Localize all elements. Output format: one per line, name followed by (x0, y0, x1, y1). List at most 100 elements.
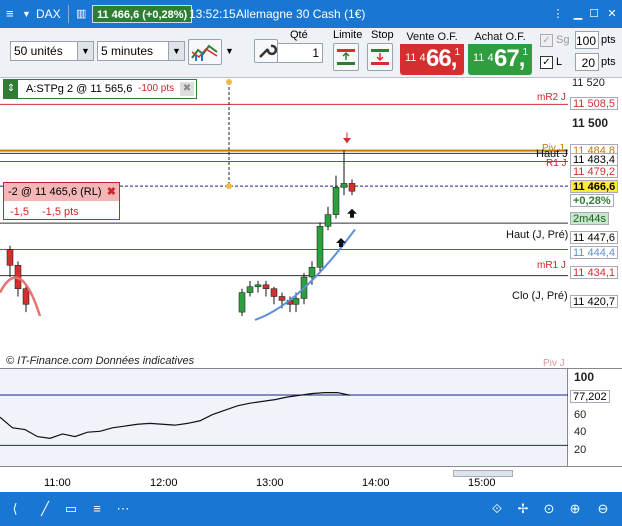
sg-label: Sg (556, 34, 570, 46)
candle-body (262, 284, 270, 289)
limit-label: Limite (333, 29, 363, 41)
units-value: 50 unités (14, 44, 63, 58)
price-box-haut-pre: 11 447,6 (570, 231, 619, 244)
price-box-mr2: 11 508,5 (570, 97, 619, 110)
bottom-toolbar: ⟨ ╱ ▭ ≡ ⋯ ⟐ ✢ ⊙ ⊕ ⊖ (0, 492, 622, 526)
line-tool-icon[interactable]: ╱ (36, 501, 54, 517)
buy-price-prefix: 11 4 (473, 52, 494, 64)
order-cancel-icon[interactable]: ✖ (107, 185, 116, 198)
sell-price-sup: 1 (454, 47, 460, 58)
time-axis[interactable]: 11:00 12:00 13:00 14:00 15:00 (0, 466, 622, 492)
candlestick-chart (0, 78, 568, 368)
sell-button[interactable]: Vente O.F. 11 4 66, 1 (400, 31, 464, 75)
position-toggle-icon[interactable]: ⇕ (4, 80, 18, 98)
time-tick: 13:00 (256, 477, 284, 489)
level-label-mr1: mR1 J (537, 260, 566, 271)
change-box: +0,28% (570, 194, 614, 207)
time-scrollbar[interactable] (453, 470, 513, 477)
candle-body (324, 214, 332, 227)
sg-unit: pts (601, 34, 616, 46)
instrument-label: Allemagne 30 Cash (1€) (236, 7, 366, 21)
dropdown-arrow-icon[interactable]: ▼ (22, 0, 31, 28)
price-chart[interactable] (0, 78, 568, 368)
time-tick: 11:00 (44, 477, 71, 489)
indicators-chevron-icon[interactable]: ▼ (225, 46, 234, 56)
price-tick: 11 500 (572, 116, 609, 130)
crosshair-icon[interactable]: ✢ (514, 501, 532, 517)
last-price-badge: 11 466,6 (+0,28%) (92, 5, 193, 23)
price-box-last: 11 466,6 (570, 180, 619, 193)
price-axis[interactable]: 11 520 11 500 11 508,5 11 484,8 11 483,4… (568, 77, 622, 368)
candle-body (254, 284, 262, 288)
sg-input[interactable]: 100 (575, 31, 599, 49)
chevron-down-icon: ▼ (77, 42, 93, 60)
zoom-in-icon[interactable]: ⊕ (566, 501, 584, 517)
chart-small-icon[interactable]: ▥ (76, 0, 86, 28)
sell-label: Vente O.F. (400, 31, 464, 44)
buy-price-sup: 1 (522, 47, 528, 58)
candle-body (278, 296, 286, 301)
rectangle-tool-icon[interactable]: ▭ (62, 501, 80, 517)
buy-button[interactable]: Achat O.F. 11 4 67, 1 (468, 31, 532, 75)
candle-body (340, 183, 348, 188)
indicators-icon (191, 44, 218, 61)
candle-body (270, 288, 278, 297)
oscillator-panel[interactable] (0, 368, 568, 466)
separator (68, 5, 69, 23)
countdown-box: 2m44s (570, 212, 610, 225)
zoom-reset-icon[interactable]: ⊙ (540, 501, 558, 517)
order-tag-val1: -1,5 (10, 206, 29, 218)
chevron-down-icon: ▼ (168, 42, 184, 60)
period-select[interactable]: 5 minutes ▼ (97, 41, 185, 61)
wrench-button[interactable] (254, 39, 278, 63)
stop-order-icon (371, 49, 389, 65)
pending-order-tag[interactable]: -2 @ 11 465,6 (RL) ✖ -1,5 -1,5 pts (3, 182, 120, 220)
order-tag-label: -2 @ 11 465,6 (RL) (8, 186, 102, 198)
time-tick: 15:00 (468, 477, 496, 489)
l-input[interactable]: 20 (575, 53, 599, 71)
candle-body (348, 183, 356, 192)
sg-checkbox[interactable]: ✓ (540, 34, 553, 47)
fibonacci-tool-icon[interactable]: ≡ (88, 501, 106, 517)
l-checkbox[interactable]: ✓ (540, 56, 553, 69)
pin-icon[interactable]: ⋮ (550, 6, 566, 22)
price-box-mr1: 11 434,1 (570, 266, 619, 279)
text-tool-icon[interactable]: ⋯ (114, 501, 132, 517)
order-tag-val2: -1,5 pts (42, 206, 79, 218)
share-icon[interactable]: ⟨ (6, 501, 24, 517)
limit-order-button[interactable] (333, 43, 359, 71)
candle-body (316, 226, 324, 268)
osc-tick: 20 (574, 444, 587, 456)
menu-icon[interactable]: ≡ (6, 0, 14, 28)
price-box-ma: 11 444,4 (570, 246, 619, 259)
osc-tick: 40 (574, 426, 587, 438)
title-bar: ≡ ▼ DAX ▥ 11 466,6 (+0,28%) 13:52:15 All… (0, 0, 622, 28)
indicators-button[interactable] (188, 39, 222, 65)
position-label: A:STPg 2 @ 11 565,6 (26, 83, 133, 95)
zoom-out-icon[interactable]: ⊖ (594, 501, 612, 517)
magnet-icon[interactable]: ⟐ (488, 501, 506, 517)
copyright-note: © IT-Finance.com Données indicatives (6, 355, 195, 367)
order-tag-header: -2 @ 11 465,6 (RL) ✖ (4, 183, 119, 201)
time-label: 13:52:15 (189, 7, 236, 21)
stop-order-button[interactable] (367, 43, 393, 71)
position-close-icon[interactable]: ✖ (180, 82, 194, 96)
units-select[interactable]: 50 unités ▼ (10, 41, 94, 61)
oscillator-axis[interactable]: 100 77,202 60 40 20 (568, 368, 622, 466)
l-unit: pts (601, 56, 616, 68)
candle-body (308, 267, 316, 278)
period-value: 5 minutes (101, 44, 154, 58)
maximize-icon[interactable]: ☐ (586, 6, 602, 22)
position-tag[interactable]: ⇕ A:STPg 2 @ 11 565,6 -100 pts ✖ (3, 79, 197, 99)
l-label: L (556, 56, 563, 68)
osc-tick: 60 (574, 409, 587, 421)
qty-label: Qté (290, 29, 308, 41)
sell-price-prefix: 11 4 (405, 52, 426, 64)
time-tick: 12:00 (150, 477, 178, 489)
level-label-clo-pre: Clo (J, Pré) (512, 290, 568, 302)
oscillator-chart (0, 392, 568, 446)
close-icon[interactable]: ✕ (604, 6, 620, 22)
minimize-icon[interactable]: ▁ (570, 6, 586, 22)
candle-body (246, 286, 254, 293)
qty-input[interactable]: 1 (277, 43, 323, 63)
